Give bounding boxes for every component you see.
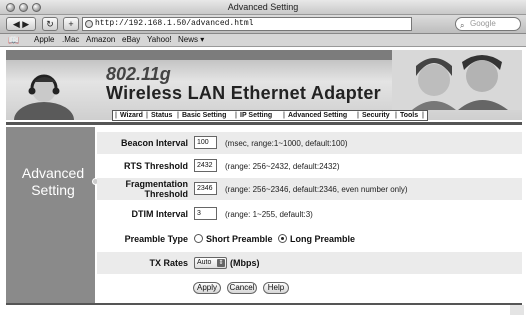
nav-separator: | bbox=[422, 112, 424, 119]
rts-threshold-hint: (range: 256~2432, default:2432) bbox=[225, 161, 340, 171]
search-input[interactable]: ⌕ Google bbox=[455, 17, 521, 31]
preamble-type-label: Preamble Type bbox=[124, 234, 188, 244]
long-preamble-radio[interactable] bbox=[278, 234, 287, 243]
nav-separator: | bbox=[177, 112, 179, 119]
fragmentation-threshold-input[interactable]: 2346 bbox=[194, 182, 217, 195]
cancel-button[interactable]: Cancel bbox=[227, 282, 257, 294]
search-placeholder: Google bbox=[470, 19, 496, 28]
nav-separator: | bbox=[283, 112, 285, 119]
nav-separator: | bbox=[357, 112, 359, 119]
reload-button[interactable]: ↻ bbox=[42, 17, 58, 31]
add-bookmark-button[interactable]: + bbox=[63, 17, 79, 31]
dtim-interval-input[interactable]: 3 bbox=[194, 207, 217, 220]
forward-arrow-icon[interactable]: ▶ bbox=[22, 19, 29, 29]
nav-wizard[interactable]: Wizard bbox=[120, 111, 143, 120]
footer-divider bbox=[6, 303, 522, 305]
bookmark-news[interactable]: News ▾ bbox=[178, 34, 204, 46]
fragmentation-threshold-row: Fragmentation Threshold 2346 (range: 256… bbox=[97, 178, 522, 200]
nav-ip-setting[interactable]: IP Setting bbox=[240, 111, 272, 120]
sidebar-title: Advanced Setting bbox=[21, 165, 85, 198]
back-forward-buttons: ◀ ▶ bbox=[6, 17, 36, 31]
nav-security[interactable]: Security bbox=[362, 111, 390, 120]
short-preamble-radio[interactable] bbox=[194, 234, 203, 243]
beacon-interval-row: Beacon Interval 100 (msec, range:1~1000,… bbox=[97, 132, 522, 154]
preamble-type-row: Preamble Type Short Preamble Long Preamb… bbox=[97, 228, 522, 250]
short-preamble-label: Short Preamble bbox=[206, 234, 273, 244]
beacon-interval-hint: (msec, range:1~1000, default:100) bbox=[225, 138, 348, 148]
window-title: Advanced Setting bbox=[227, 2, 299, 12]
dtim-interval-label: DTIM Interval bbox=[131, 209, 188, 219]
address-bar[interactable]: http://192.168.1.50/advanced.html bbox=[82, 17, 412, 31]
browser-toolbar: ◀ ▶ ↻ + http://192.168.1.50/advanced.htm… bbox=[0, 15, 526, 34]
address-url: http://192.168.1.50/advanced.html bbox=[95, 19, 254, 28]
nav-separator: | bbox=[395, 112, 397, 119]
bookmark-mac[interactable]: .Mac bbox=[62, 34, 79, 46]
window-resize-handle[interactable] bbox=[510, 305, 524, 315]
rts-threshold-label: RTS Threshold bbox=[123, 161, 188, 171]
person-with-headphones-image bbox=[14, 74, 74, 120]
bookmark-ebay[interactable]: eBay bbox=[122, 34, 140, 46]
chevron-updown-icon: ⇕ bbox=[217, 259, 225, 267]
bookmark-yahoo[interactable]: Yahoo! bbox=[147, 34, 172, 46]
beacon-interval-label: Beacon Interval bbox=[120, 138, 188, 148]
rts-threshold-row: RTS Threshold 2432 (range: 256~2432, def… bbox=[97, 155, 522, 177]
couple-photo-image bbox=[392, 50, 522, 110]
fragmentation-threshold-label: Fragmentation Threshold bbox=[125, 178, 188, 200]
nav-advanced-setting[interactable]: Advanced Setting bbox=[288, 111, 347, 120]
dtim-interval-row: DTIM Interval 3 (range: 1~255, default:3… bbox=[97, 203, 522, 225]
nav-tools[interactable]: Tools bbox=[400, 111, 418, 120]
model-name: 802.11g bbox=[106, 64, 171, 84]
fragmentation-label-line2: Threshold bbox=[144, 189, 188, 199]
bookmarks-bar: 📖 Apple .Mac Amazon eBay Yahoo! News ▾ bbox=[0, 34, 526, 47]
title-bar: Advanced Setting bbox=[0, 0, 526, 15]
tx-rates-row: TX Rates Auto ⇕ (Mbps) bbox=[97, 252, 522, 274]
header-divider bbox=[6, 122, 522, 125]
fragmentation-label-line1: Fragmentation bbox=[125, 179, 188, 189]
beacon-interval-input[interactable]: 100 bbox=[194, 136, 217, 149]
nav-bar: | Wizard | Status | Basic Setting | IP S… bbox=[112, 110, 428, 121]
tx-rates-select[interactable]: Auto ⇕ bbox=[194, 257, 227, 269]
rts-threshold-input[interactable]: 2432 bbox=[194, 159, 217, 172]
plus-icon: + bbox=[68, 19, 74, 29]
reload-icon: ↻ bbox=[46, 19, 54, 29]
search-icon: ⌕ bbox=[460, 21, 465, 30]
nav-basic-setting[interactable]: Basic Setting bbox=[182, 111, 226, 120]
nav-separator: | bbox=[146, 112, 148, 119]
nav-status[interactable]: Status bbox=[151, 111, 172, 120]
book-icon[interactable]: 📖 bbox=[8, 34, 19, 46]
fragmentation-threshold-hint: (range: 256~2346, default:2346, even num… bbox=[225, 184, 408, 194]
bookmark-apple[interactable]: Apple bbox=[34, 34, 54, 46]
help-button[interactable]: Help bbox=[263, 282, 289, 294]
back-arrow-icon[interactable]: ◀ bbox=[13, 19, 20, 29]
sidebar: Advanced Setting bbox=[6, 127, 99, 303]
long-preamble-label: Long Preamble bbox=[290, 234, 356, 244]
tx-rates-label: TX Rates bbox=[149, 258, 188, 268]
bookmark-amazon[interactable]: Amazon bbox=[86, 34, 115, 46]
tx-rates-unit: (Mbps) bbox=[230, 258, 260, 268]
nav-separator: | bbox=[235, 112, 237, 119]
nav-separator: | bbox=[115, 112, 117, 119]
dtim-interval-hint: (range: 1~255, default:3) bbox=[225, 209, 313, 219]
globe-icon bbox=[85, 20, 93, 28]
product-name: Wireless LAN Ethernet Adapter bbox=[106, 83, 381, 103]
tx-rates-value: Auto bbox=[197, 259, 212, 266]
apply-button[interactable]: Apply bbox=[193, 282, 221, 294]
